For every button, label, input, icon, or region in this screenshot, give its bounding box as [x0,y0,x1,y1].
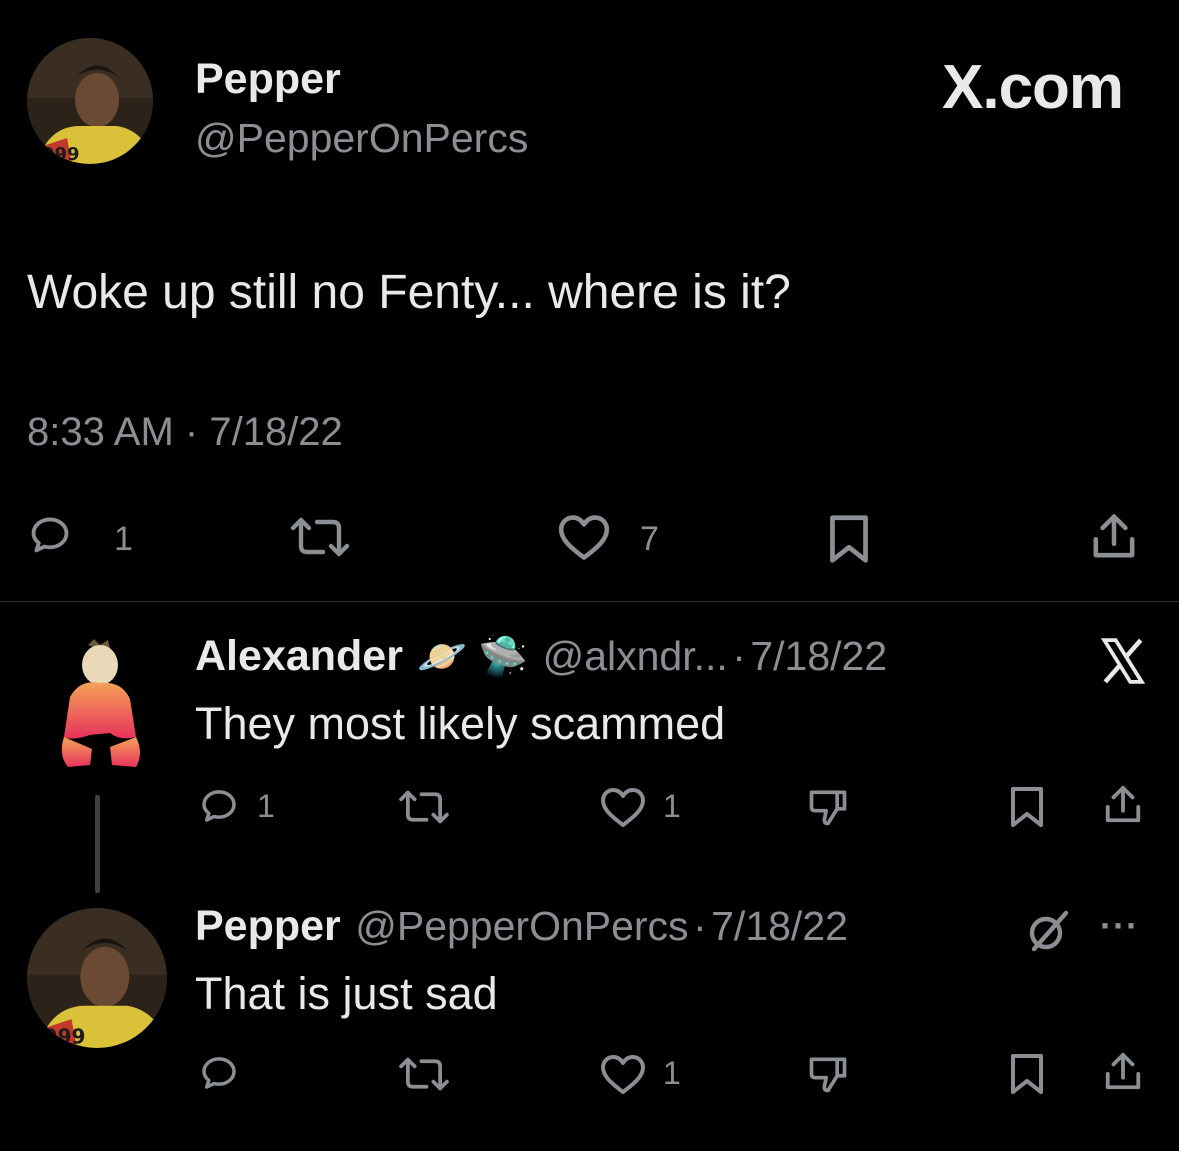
tweet-timestamp: 8:33 AM · 7/18/22 [27,410,343,455]
reply-avatar[interactable]: 999 [27,908,167,1048]
like-icon[interactable] [598,1052,648,1096]
author-handle[interactable]: @PepperOnPercs [195,115,528,162]
share-icon[interactable] [1087,510,1141,564]
reply-text: They most likely scammed [195,698,726,749]
retweet-icon[interactable] [287,514,353,560]
downvote-icon[interactable] [804,1050,852,1098]
reply-avatar[interactable] [50,637,146,777]
author-emoji: 🪐 🛸 [417,635,529,679]
tweet-date: 7/18/22 [209,410,343,454]
tweet-time: 8:33 AM [27,410,174,454]
reply-author-handle[interactable]: @PepperOnPercs [355,903,688,949]
like-count: 1 [663,788,681,824]
x-logo-icon[interactable] [1096,634,1150,688]
reply-icon[interactable] [198,1052,240,1094]
separator: · [184,410,199,454]
like-count: 1 [663,1055,681,1091]
divider [0,601,1179,602]
reply-author-name[interactable]: Pepper [195,902,341,950]
reply-header: Alexander 🪐 🛸 @alxndr... · 7/18/22 [195,632,887,681]
brand-watermark: X.com [942,53,1124,122]
author-name[interactable]: Pepper [195,55,341,104]
retweet-icon[interactable] [396,787,452,827]
reply-count: 1 [114,520,133,558]
like-icon[interactable] [555,512,613,562]
bookmark-icon[interactable] [1004,1050,1050,1098]
separator: · [732,633,746,679]
reply-icon[interactable] [198,785,240,827]
reply-header: Pepper @PepperOnPercs · 7/18/22 [195,902,848,951]
separator: · [693,903,707,949]
share-icon[interactable] [1100,781,1146,829]
thread-line [95,795,100,893]
author-avatar[interactable]: 999 [27,38,153,164]
bookmark-icon[interactable] [822,512,876,566]
svg-text:999: 999 [42,144,80,164]
like-icon[interactable] [598,785,648,829]
reply-text: That is just sad [195,968,498,1019]
reply-author-name[interactable]: Alexander [195,632,403,680]
more-options-button[interactable]: ··· [1100,905,1139,947]
bookmark-icon[interactable] [1004,783,1050,831]
retweet-icon[interactable] [396,1054,452,1094]
svg-text:999: 999 [44,1025,86,1048]
downvote-icon[interactable] [804,783,852,831]
reply-date: 7/18/22 [711,903,848,949]
share-icon[interactable] [1100,1048,1146,1096]
reply-author-handle[interactable]: @alxndr... [543,633,728,679]
like-count: 7 [640,520,659,558]
tweet-text: Woke up still no Fenty... where is it? [27,266,791,319]
reply-count: 1 [257,788,275,824]
reply-date: 7/18/22 [750,633,888,679]
reply-icon[interactable] [27,512,73,558]
grok-icon[interactable] [1022,905,1074,957]
